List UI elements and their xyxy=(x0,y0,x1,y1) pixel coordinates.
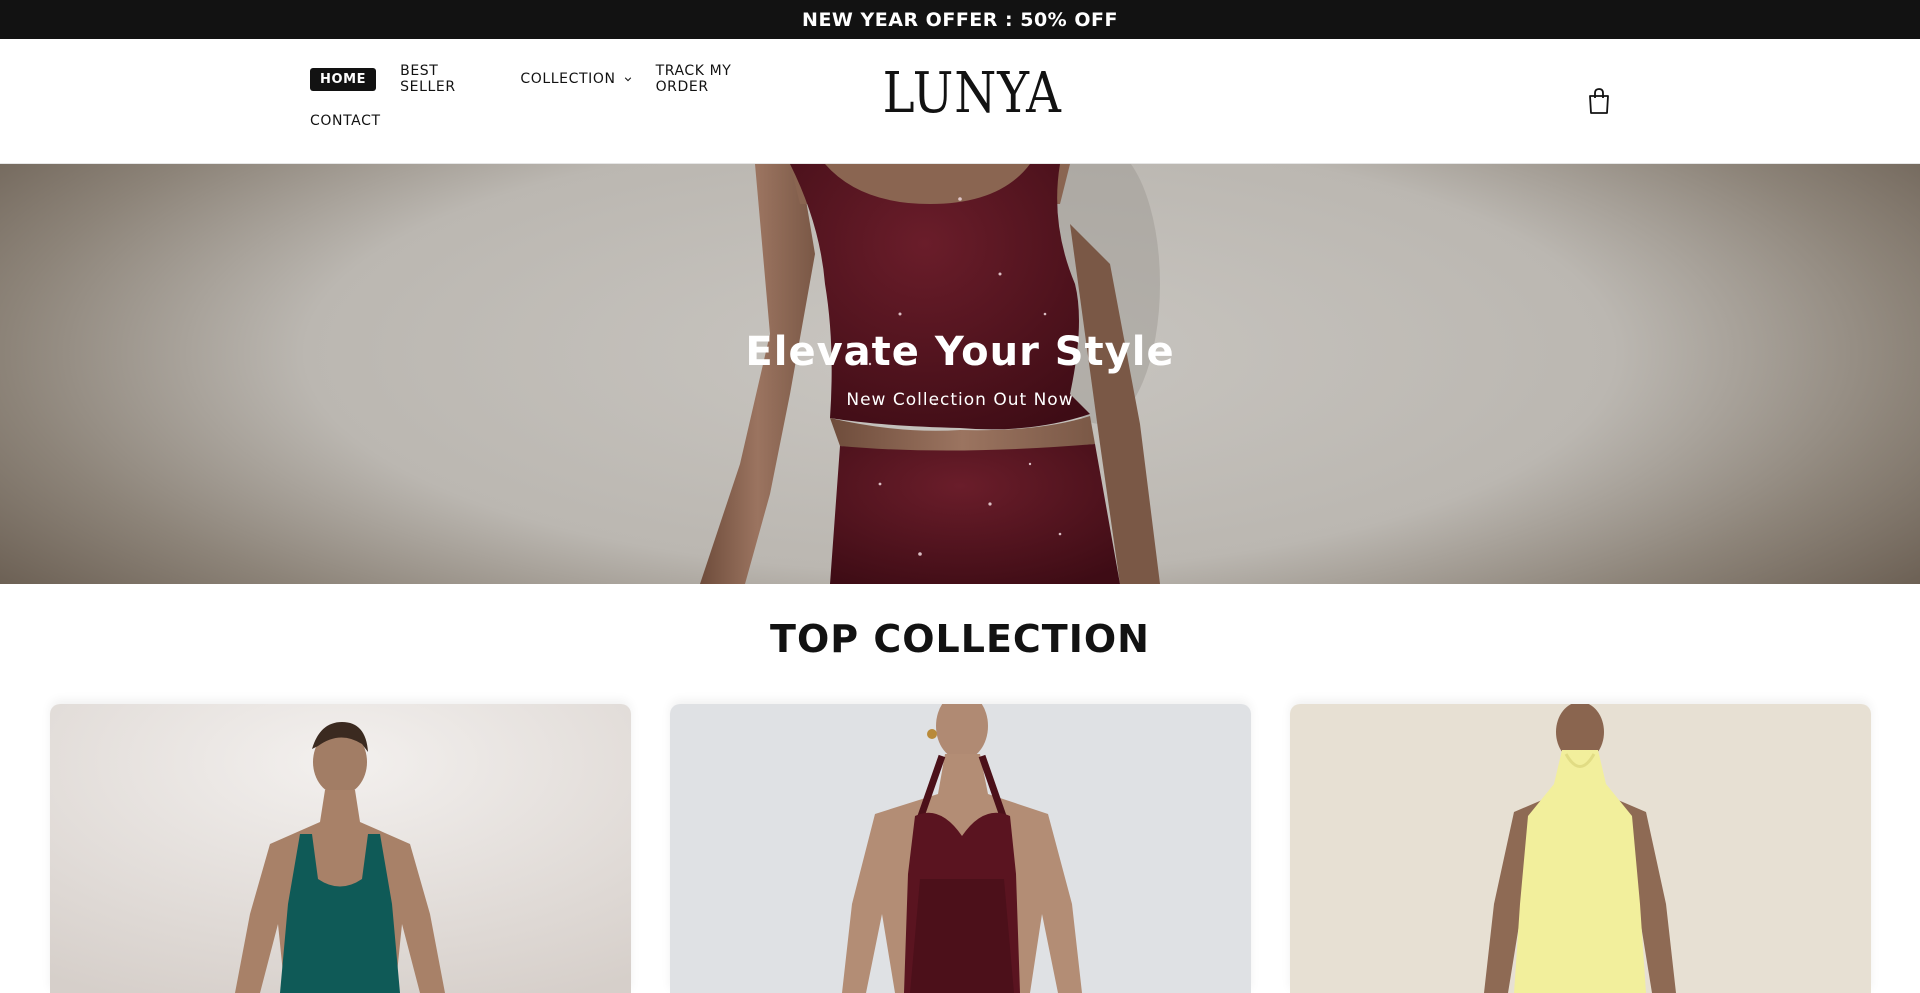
nav-collection[interactable]: COLLECTION xyxy=(520,71,631,87)
hero-banner: Elevate Your Style New Collection Out No… xyxy=(0,164,1920,584)
site-logo[interactable]: LUNYA xyxy=(883,64,1061,124)
product-image xyxy=(1290,704,1871,993)
announcement-bar: NEW YEAR OFFER : 50% OFF xyxy=(0,0,1920,39)
nav-best-seller[interactable]: BEST SELLER xyxy=(400,63,496,95)
product-image xyxy=(670,704,1251,993)
nav-collection-label: COLLECTION xyxy=(520,71,616,87)
nav-track-order[interactable]: TRACK MY ORDER xyxy=(656,63,786,95)
nav-home[interactable]: HOME xyxy=(310,67,377,91)
section-title: TOP COLLECTION xyxy=(770,617,1150,661)
chevron-down-icon xyxy=(624,77,631,82)
main-nav: HOME BEST SELLER COLLECTION TRACK MY ORD… xyxy=(310,63,810,134)
hero-subtitle: New Collection Out Now xyxy=(846,390,1074,410)
announcement-text: NEW YEAR OFFER : 50% OFF xyxy=(802,8,1118,31)
shopping-bag-icon[interactable] xyxy=(1586,87,1612,115)
nav-contact[interactable]: CONTACT xyxy=(310,113,381,129)
hero-title: Elevate Your Style xyxy=(745,329,1175,375)
site-header: HOME BEST SELLER COLLECTION TRACK MY ORD… xyxy=(0,39,1920,164)
product-card-burgundy-dress[interactable] xyxy=(670,704,1251,993)
product-card-teal-dress[interactable] xyxy=(50,704,631,993)
product-image xyxy=(50,704,631,993)
product-card-yellow-dress[interactable] xyxy=(1290,704,1871,993)
